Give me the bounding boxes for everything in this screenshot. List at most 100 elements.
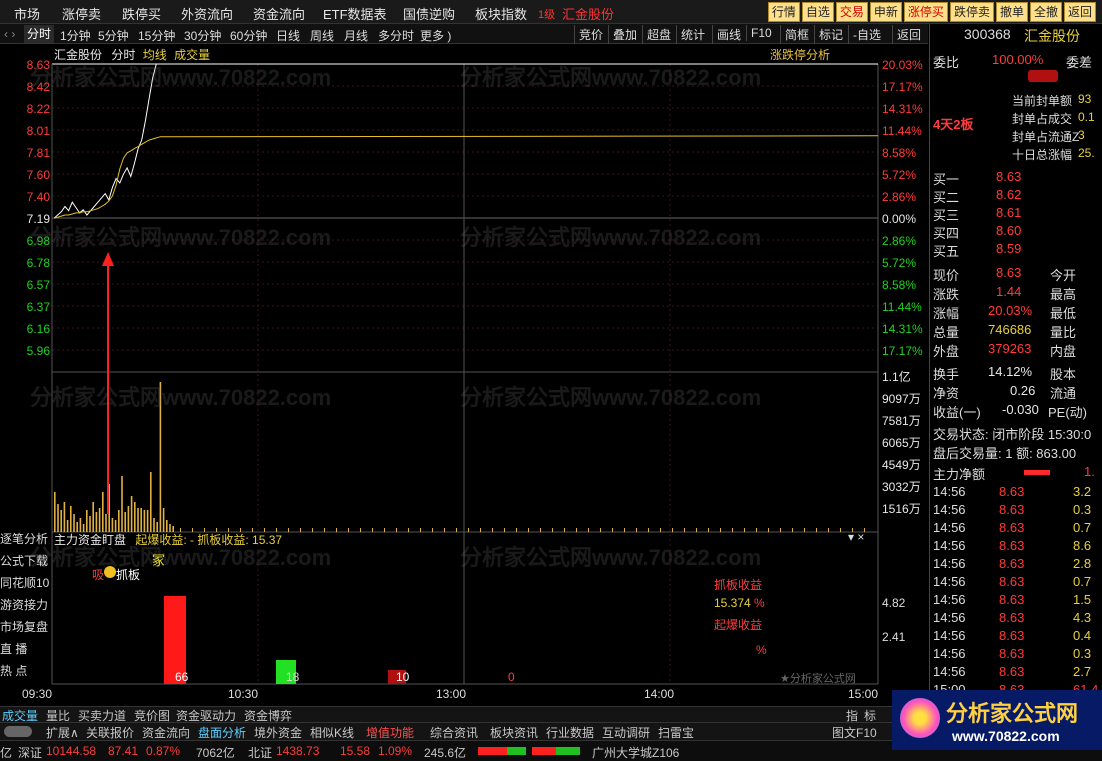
draw-button[interactable]: 画线 [712, 25, 745, 44]
tick-time: 14:56 [933, 556, 966, 571]
time-tick: 10:30 [228, 687, 259, 701]
side-nav-formula-download[interactable]: 公式下载 [0, 550, 52, 572]
main-flow-label[interactable]: 主力净额 [933, 464, 985, 483]
func-capital-flow[interactable]: 资金流向 [142, 724, 190, 741]
board-days: 4天2板 [933, 117, 974, 132]
menu-market[interactable]: 市场 [14, 4, 40, 23]
bid-price[interactable]: 8.59 [996, 241, 1021, 256]
tab-30min[interactable]: 30分钟 [184, 27, 221, 44]
intraday-chart[interactable] [0, 44, 928, 706]
toggle-icon[interactable] [4, 726, 32, 737]
bid-price[interactable]: 8.61 [996, 205, 1021, 220]
tick-time: 14:56 [933, 610, 966, 625]
tab-multi-intraday[interactable]: 多分时 [378, 27, 414, 44]
volume-bar [456, 528, 457, 532]
quote-label: 换手 [933, 367, 960, 382]
volume-bar [324, 528, 325, 532]
back-button[interactable]: 返回 [1063, 2, 1096, 22]
side-nav-hot[interactable]: 热 点 [0, 660, 52, 682]
top-menu-bar: 市场 涨停卖 跌停买 外资流向 资金流向 ETF数据表 国债逆购 板块指数 1级… [0, 0, 1102, 24]
tab-intraday[interactable]: 分时 [24, 25, 55, 43]
flower-icon [900, 698, 940, 738]
cancel-all-button[interactable]: 全撤 [1029, 2, 1062, 22]
bid-price[interactable]: 8.60 [996, 223, 1021, 238]
limit-down-sell-button[interactable]: 跌停卖 [949, 2, 994, 22]
quote-value: 379263 [988, 341, 1032, 356]
bid-price[interactable]: 8.62 [996, 187, 1021, 202]
tab-more[interactable]: 更多 ) [420, 27, 451, 44]
side-nav-tick-analysis[interactable]: 逐笔分析 [0, 528, 52, 550]
super-button[interactable]: 超盘 [642, 25, 675, 44]
func-interactive[interactable]: 互动调研 [602, 724, 650, 741]
quote-value: 14.12% [988, 364, 1033, 379]
f10-button[interactable]: F10 [746, 25, 776, 41]
stats-button[interactable]: 统计 [676, 25, 709, 44]
volume-bar [121, 476, 123, 532]
func-expand[interactable]: 扩展∧ [46, 724, 79, 741]
func-sector-news[interactable]: 板块资讯 [490, 724, 538, 741]
tick-volume: 0.4 [1073, 628, 1092, 643]
tick-time: 14:56 [933, 484, 966, 499]
bz-label[interactable]: 北证 [248, 744, 272, 761]
tab-weekly[interactable]: 周线 [310, 27, 334, 44]
side-nav-market-review[interactable]: 市场复盘 [0, 616, 52, 638]
tab-60min[interactable]: 60分钟 [230, 27, 267, 44]
func-similar-kline[interactable]: 相似K线 [310, 724, 354, 741]
ipo-button[interactable]: 申新 [869, 2, 902, 22]
menu-limit-down-buy[interactable]: 跌停买 [122, 4, 161, 23]
func-industry-data[interactable]: 行业数据 [546, 724, 594, 741]
tab-5min[interactable]: 5分钟 [98, 27, 129, 44]
news-ticker[interactable]: 广州大学城Z106 [592, 744, 679, 761]
menu-etf-table[interactable]: ETF数据表 [323, 4, 387, 23]
volume-bar [408, 528, 409, 532]
expand-icon[interactable] [1028, 70, 1058, 82]
func-value-added[interactable]: 增值功能 [366, 724, 414, 741]
sz-label[interactable]: 深证 [18, 744, 42, 761]
add-watchlist-button[interactable]: -自选 [848, 25, 885, 44]
tab-daily[interactable]: 日线 [276, 27, 300, 44]
func-board-analysis[interactable]: 盘面分析 [198, 724, 246, 741]
tab-1min[interactable]: 1分钟 [60, 27, 91, 44]
bid-price[interactable]: 8.63 [996, 169, 1021, 184]
lower-panel-title: 主力资金盯盘 起爆收益: - 抓板收益: 15.37 [54, 531, 282, 548]
main-flow-value: 1. [1084, 464, 1095, 479]
volume-bar [118, 510, 120, 532]
volume-bar [130, 496, 133, 532]
logo-title: 分析家公式网 [946, 701, 1079, 726]
side-nav-live[interactable]: 直 播 [0, 638, 52, 660]
menu-sector-index[interactable]: 板块指数 [475, 4, 527, 23]
mark-button[interactable]: 标记 [814, 25, 847, 44]
overlay-button[interactable]: 叠加 [608, 25, 641, 44]
menu-capital-flow[interactable]: 资金流向 [253, 4, 305, 23]
trade-button[interactable]: 交易 [835, 2, 868, 22]
volume-bar [162, 508, 165, 532]
menu-repo[interactable]: 国债逆购 [403, 4, 455, 23]
volume-bar [348, 528, 349, 532]
signal-arrow-head [102, 252, 114, 266]
price-line [53, 63, 160, 219]
simple-frame-button[interactable]: 简框 [780, 25, 813, 44]
back-chart-button[interactable]: 返回 [892, 25, 925, 44]
side-nav-ths10[interactable]: 同花顺10 [0, 572, 52, 594]
func-mine-sweep[interactable]: 扫雷宝 [658, 724, 694, 741]
trade-state: 交易状态: 闭市阶段 15:30:0 [933, 427, 1092, 442]
watchlist-button[interactable]: 自选 [801, 2, 834, 22]
smile-icon [104, 566, 116, 578]
cancel-order-button[interactable]: 撤单 [995, 2, 1028, 22]
menu-limit-up-sell[interactable]: 涨停卖 [62, 4, 101, 23]
func-overseas-capital[interactable]: 境外资金 [254, 724, 302, 741]
volume-bar [86, 510, 88, 532]
limit-up-buy-button[interactable]: 涨停买 [903, 2, 948, 22]
func-related-quote[interactable]: 关联报价 [86, 724, 134, 741]
func-f10[interactable]: 图文F10 [832, 724, 877, 741]
quote-button[interactable]: 行情 [767, 2, 800, 22]
tab-15min[interactable]: 15分钟 [138, 27, 175, 44]
panel-menu-icon[interactable]: ▾ × [848, 530, 864, 544]
side-nav-hot-money[interactable]: 游资接力 [0, 594, 52, 616]
auction-button[interactable]: 竞价 [574, 25, 607, 44]
tab-monthly[interactable]: 月线 [344, 27, 368, 44]
collapse-icon[interactable]: ‹ › [4, 27, 15, 41]
tick-price: 8.63 [999, 592, 1025, 607]
menu-foreign-flow[interactable]: 外资流向 [181, 4, 233, 23]
func-news[interactable]: 综合资讯 [430, 724, 478, 741]
